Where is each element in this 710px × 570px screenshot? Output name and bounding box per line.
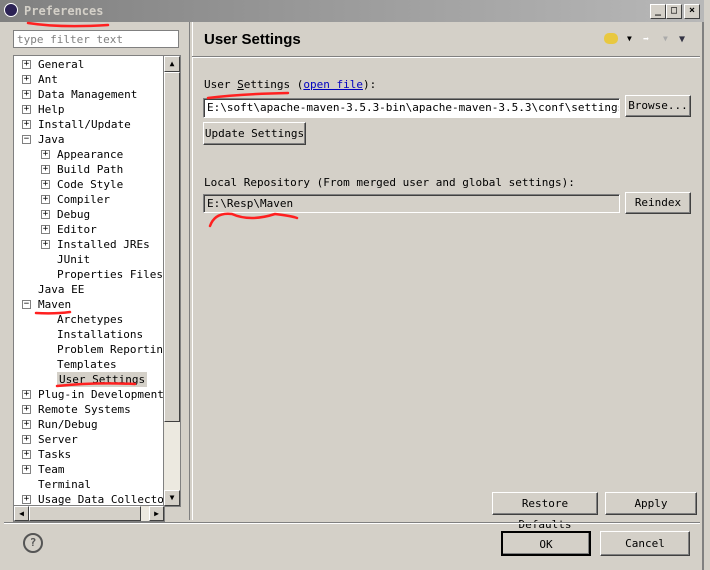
annotation-maven (34, 310, 72, 315)
red-annotations (26, 21, 299, 388)
annotation-user-settings (206, 91, 290, 100)
annotation-user-settings-item (55, 382, 137, 388)
annotation-local-repo (208, 212, 299, 228)
annotation-title (26, 21, 110, 28)
